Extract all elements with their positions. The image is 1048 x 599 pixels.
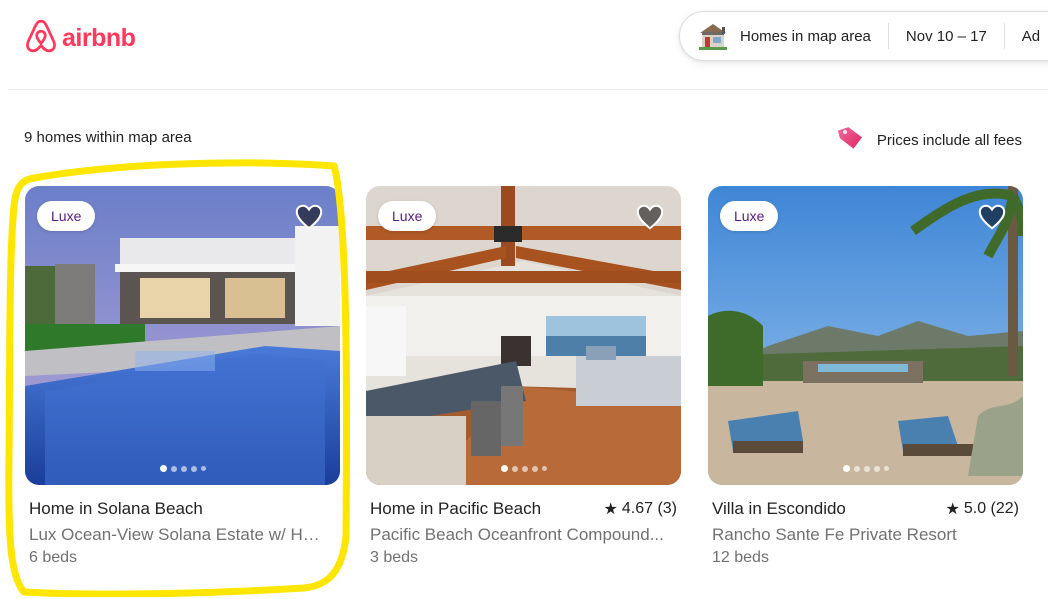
listing-beds: 6 beds (29, 549, 78, 566)
luxe-badge: Luxe (37, 201, 96, 231)
listing-subtitle: Pacific Beach Oceanfront Compound... (370, 525, 664, 544)
listing-title: Home in Solana Beach (29, 499, 203, 518)
star-icon: ★ (945, 501, 960, 518)
luxe-badge: Luxe (378, 201, 437, 231)
listing-card[interactable]: Luxe Home in Pacific Beach ★ 4.67 (3) Pa… (366, 186, 681, 567)
search-location[interactable]: Homes in map area (740, 28, 871, 45)
carousel-dot[interactable] (170, 465, 177, 472)
carousel-dot[interactable] (500, 465, 508, 472)
search-guests[interactable]: Ad (1022, 28, 1040, 45)
heart-icon[interactable] (635, 202, 665, 232)
results-count: 9 homes within map area (24, 129, 192, 146)
photo-carousel-dots[interactable] (25, 465, 340, 472)
listing-rating: ★ 5.0 (22) (946, 499, 1019, 519)
search-divider (1003, 23, 1005, 49)
listing-beds: 12 beds (712, 549, 769, 566)
search-bar[interactable]: Homes in map area Nov 10 – 17 Ad (679, 11, 1048, 61)
airbnb-logo-icon (24, 18, 58, 59)
carousel-dot[interactable] (190, 465, 197, 472)
photo-carousel-dots[interactable] (366, 465, 681, 472)
carousel-dot[interactable] (883, 466, 889, 471)
luxe-badge: Luxe (720, 201, 779, 231)
airbnb-wordmark: airbnb (62, 24, 136, 52)
carousel-dot[interactable] (531, 465, 538, 472)
carousel-dot[interactable] (521, 465, 528, 472)
prices-label: Prices include all fees (876, 131, 1022, 149)
rating-value: 5.0 (22) (963, 500, 1019, 517)
listing-subtitle: Lux Ocean-View Solana Estate w/ Hot... (29, 525, 329, 544)
star-icon: ★ (603, 501, 618, 518)
listing-photo[interactable]: Luxe (708, 186, 1023, 485)
listing-photo[interactable]: Luxe (366, 186, 681, 485)
heart-icon[interactable] (977, 202, 1007, 232)
carousel-dot[interactable] (863, 465, 870, 472)
carousel-dot[interactable] (200, 466, 206, 471)
price-tag-icon (835, 123, 865, 157)
carousel-dot[interactable] (541, 466, 547, 471)
listing-title: Home in Pacific Beach (370, 499, 542, 518)
carousel-dot[interactable] (873, 465, 880, 472)
search-divider (887, 23, 889, 49)
listing-title: Villa in Escondido (712, 499, 846, 518)
house-icon (696, 19, 730, 53)
listing-card[interactable]: Luxe Home in Solana Beach Lux Ocean-View… (25, 186, 340, 567)
listing-beds: 3 beds (370, 549, 419, 566)
carousel-dot[interactable] (159, 465, 167, 472)
listing-photo[interactable]: Luxe (25, 186, 340, 485)
prices-include-fees[interactable]: Prices include all fees (835, 123, 1022, 157)
listing-rating: ★ 4.67 (3) (604, 499, 677, 519)
heart-icon[interactable] (294, 202, 324, 232)
listing-subtitle: Rancho Sante Fe Private Resort (712, 525, 957, 544)
carousel-dot[interactable] (853, 465, 860, 472)
rating-value: 4.67 (3) (621, 500, 677, 517)
carousel-dot[interactable] (842, 465, 850, 472)
airbnb-logo[interactable]: airbnb (24, 18, 136, 59)
photo-carousel-dots[interactable] (708, 465, 1023, 472)
search-dates[interactable]: Nov 10 – 17 (906, 28, 987, 45)
carousel-dot[interactable] (180, 465, 187, 472)
listing-card[interactable]: Luxe Villa in Escondido ★ 5.0 (22) Ranch… (708, 186, 1023, 567)
carousel-dot[interactable] (511, 465, 518, 472)
header-divider (8, 89, 1048, 90)
